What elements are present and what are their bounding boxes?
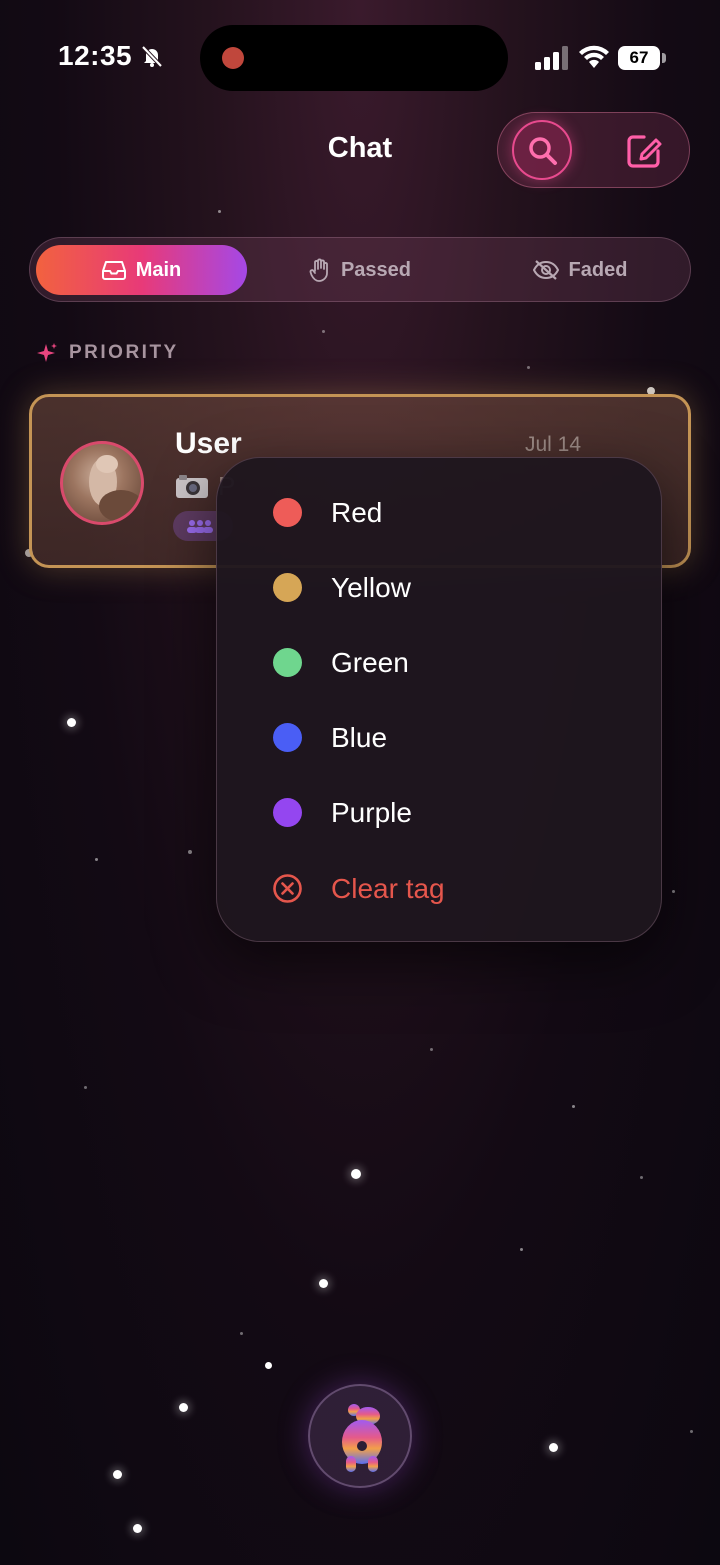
section-label-priority: PRIORITY	[69, 342, 179, 363]
tab-bar: Main Passed Faded	[29, 237, 691, 302]
bear-logo-icon	[342, 1404, 382, 1472]
recording-indicator	[222, 47, 244, 69]
search-icon	[529, 137, 557, 165]
menu-item-blue[interactable]: Blue	[217, 700, 663, 775]
tab-main[interactable]: Main	[36, 245, 247, 295]
battery-nub	[662, 53, 666, 63]
chat-name: User	[175, 427, 242, 460]
status-time: 12:35	[58, 40, 133, 71]
wifi-icon	[579, 45, 609, 68]
people-icon	[187, 520, 213, 533]
search-button[interactable]	[512, 120, 572, 180]
tab-main-label: Main	[135, 258, 182, 281]
camera-icon	[176, 475, 208, 498]
hand-icon	[309, 258, 328, 282]
eye-slash-icon	[532, 260, 559, 280]
battery-indicator: 67	[618, 46, 660, 70]
tab-faded[interactable]: Faded	[475, 245, 685, 295]
menu-item-label: Yellow	[331, 571, 411, 603]
bear-logo-button[interactable]	[308, 1384, 412, 1488]
menu-item-label: Blue	[331, 721, 388, 753]
inbox-icon	[101, 261, 126, 280]
bell-slash-icon	[141, 45, 163, 68]
menu-item-yellow[interactable]: Yellow	[217, 550, 663, 625]
menu-item-label: Red	[331, 496, 383, 528]
avatar-image	[89, 455, 141, 522]
menu-item-clear-tag[interactable]: Clear tag	[217, 851, 663, 926]
menu-item-label: Green	[331, 646, 409, 678]
header-actions	[497, 112, 690, 188]
cellular-signal-icon	[535, 46, 568, 70]
green-dot-icon	[273, 648, 302, 677]
tab-passed-label: Passed	[340, 258, 412, 281]
menu-item-green[interactable]: Green	[217, 625, 663, 700]
purple-dot-icon	[273, 798, 302, 827]
clear-tag-label: Clear tag	[331, 872, 445, 904]
avatar	[60, 441, 144, 525]
blue-dot-icon	[273, 723, 302, 752]
tag-context-menu: Red Yellow Green Blue Purple Clear tag	[216, 457, 662, 942]
menu-item-label: Purple	[331, 796, 412, 828]
sparkle-icon	[37, 343, 57, 362]
menu-item-red[interactable]: Red	[217, 475, 663, 550]
tab-passed[interactable]: Passed	[260, 245, 460, 295]
yellow-dot-icon	[273, 573, 302, 602]
red-dot-icon	[273, 498, 302, 527]
clear-circle-x-icon	[273, 874, 302, 903]
menu-item-purple[interactable]: Purple	[217, 775, 663, 850]
chat-date: Jul 14	[525, 433, 582, 456]
dynamic-island	[200, 25, 508, 91]
compose-icon[interactable]	[624, 131, 664, 171]
tab-faded-label: Faded	[568, 258, 628, 281]
